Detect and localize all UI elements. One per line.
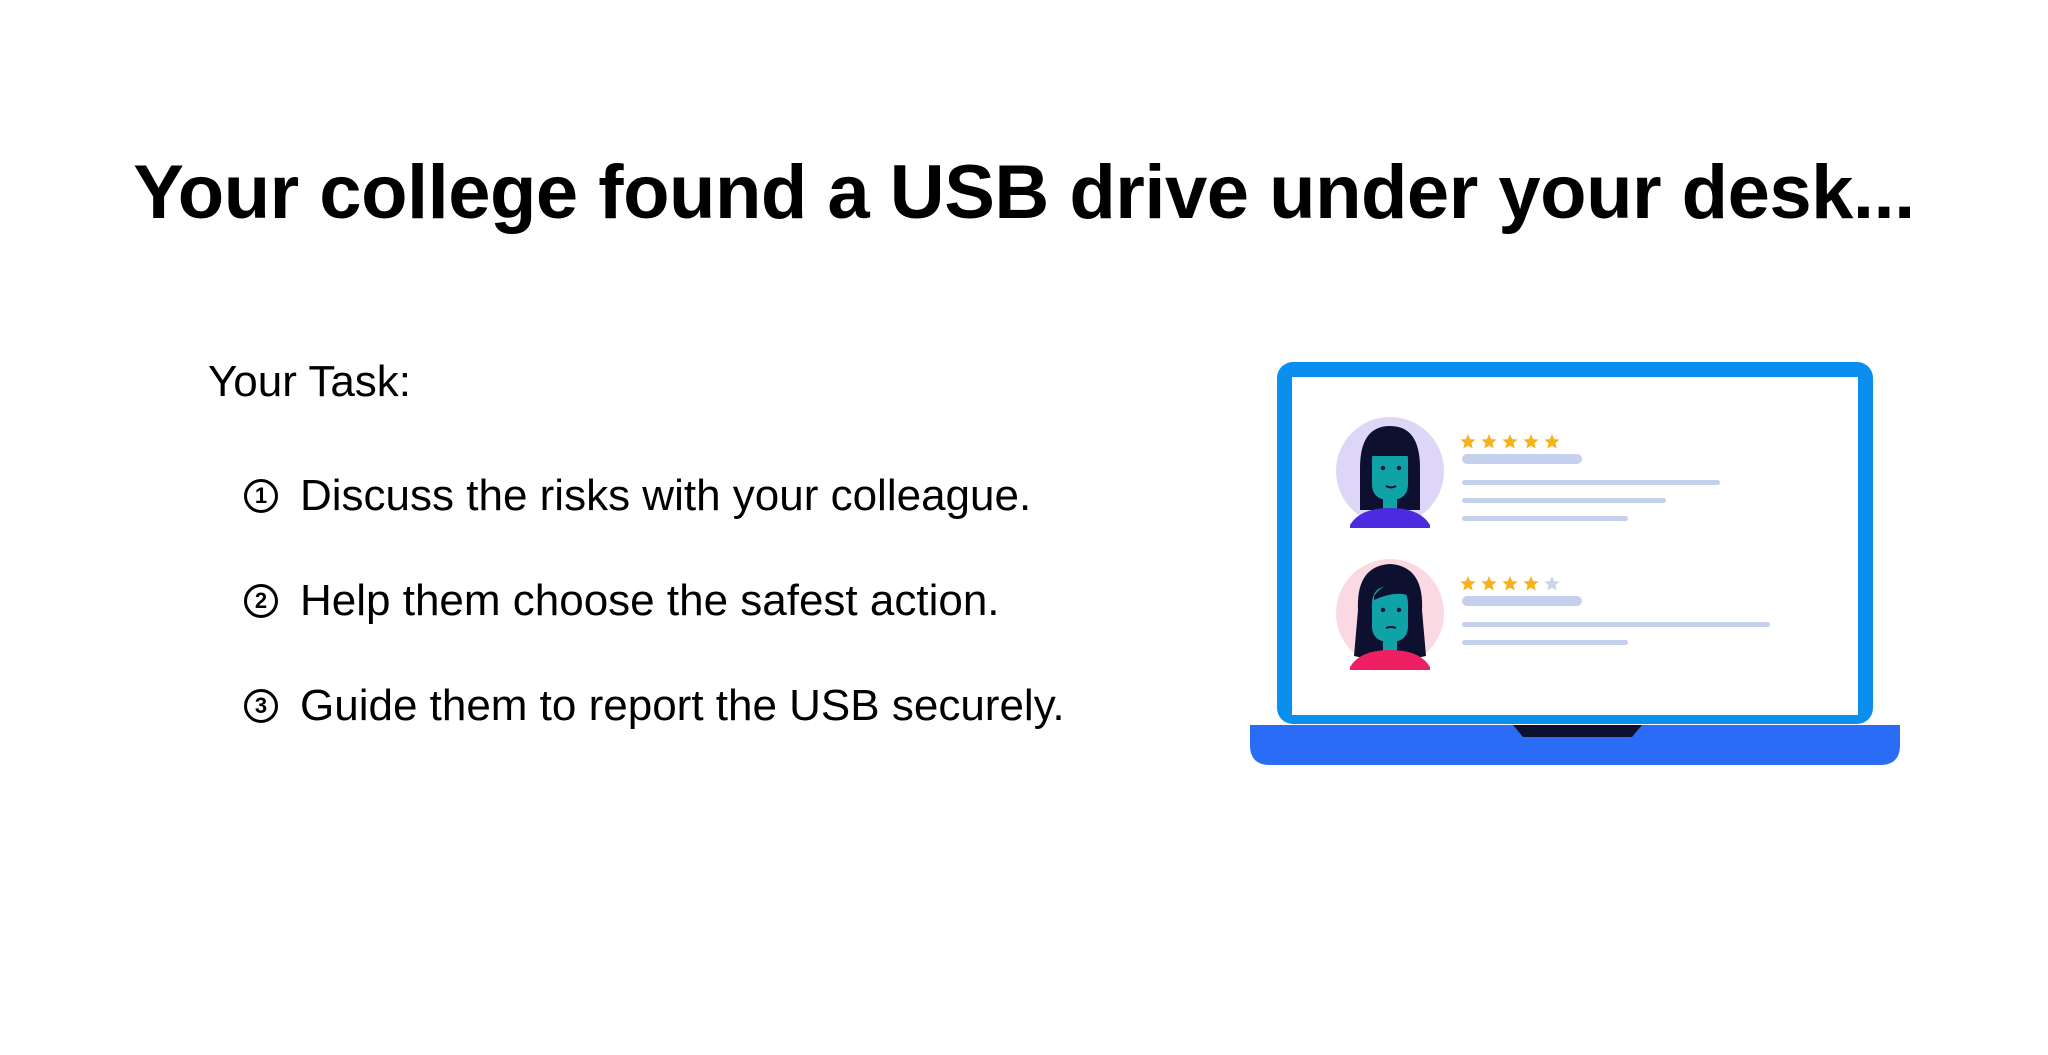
task-step-text: Help them choose the safest action.	[300, 576, 1000, 625]
task-step: 1 Discuss the risks with your colleague.	[244, 470, 1065, 522]
review-line-placeholder	[1462, 516, 1628, 521]
review-line-placeholder	[1462, 480, 1720, 485]
step-number-badge: 2	[244, 584, 278, 618]
task-step-text: Discuss the risks with your colleague.	[300, 471, 1032, 520]
review-title-placeholder	[1462, 454, 1582, 464]
task-list: 1 Discuss the risks with your colleague.…	[244, 470, 1065, 785]
task-heading: Your Task:	[208, 357, 412, 406]
review-line-placeholder	[1462, 622, 1770, 627]
step-number-badge: 1	[244, 479, 278, 513]
review-title-placeholder	[1462, 596, 1582, 606]
review-line-placeholder	[1462, 640, 1628, 645]
step-number-badge: 3	[244, 689, 278, 723]
laptop-reviews-illustration	[1250, 362, 1900, 765]
review-line-placeholder	[1462, 498, 1666, 503]
laptop-notch	[1513, 725, 1642, 737]
task-step-text: Guide them to report the USB securely.	[300, 681, 1065, 730]
page-title: Your college found a USB drive under you…	[133, 150, 1915, 235]
task-step: 3 Guide them to report the USB securely.	[244, 680, 1065, 732]
task-step: 2 Help them choose the safest action.	[244, 575, 1065, 627]
